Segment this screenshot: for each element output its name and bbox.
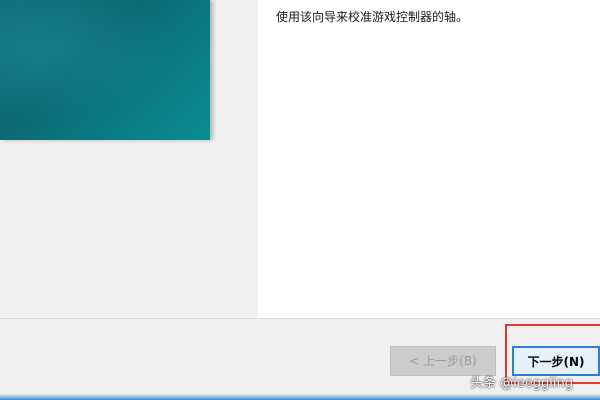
bottom-edge-bar bbox=[0, 394, 600, 400]
wizard-banner-image bbox=[0, 0, 210, 140]
calibration-wizard-window: 使用该向导来校准游戏控制器的轴。 < 上一步(B) 下一步(N) 头条 @lee… bbox=[0, 0, 600, 400]
watermark-text: 头条 @leeggling bbox=[470, 376, 573, 391]
wizard-side-panel bbox=[0, 0, 258, 318]
wizard-instruction-text: 使用该向导来校准游戏控制器的轴。 bbox=[276, 10, 469, 24]
wizard-content-panel: 使用该向导来校准游戏控制器的轴。 bbox=[258, 0, 600, 318]
